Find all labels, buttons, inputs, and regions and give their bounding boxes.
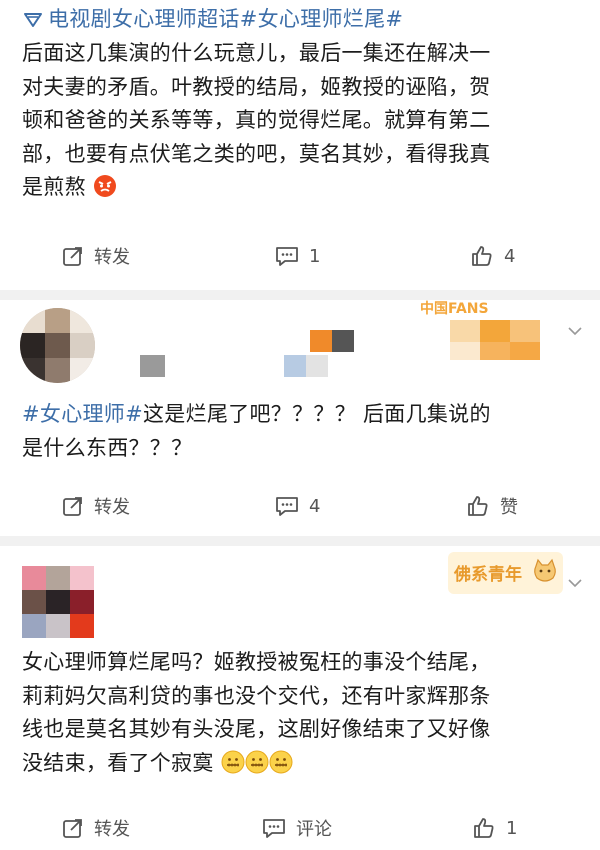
- chevron-down-icon[interactable]: [568, 578, 582, 588]
- fan-badge: 佛系青年: [448, 552, 563, 594]
- post-card-2: 中国FANS #女心理师#这是烂尾了吧？？？？ 后面几集说的 是什么东西？？？ …: [0, 300, 600, 536]
- thumbs-up-icon: [472, 246, 492, 266]
- comment-icon: [263, 819, 285, 838]
- post-1-line: 后面这几集演的什么玩意儿，最后一集还在解决一: [22, 41, 491, 65]
- user-info-blurred: [280, 330, 355, 378]
- post-card-1: 电视剧女心理师超话#女心理师烂尾# 后面这几集演的什么玩意儿，最后一集还在解决一…: [0, 0, 600, 290]
- zipped-mouth-emoji-icon: [245, 750, 269, 785]
- repost-button[interactable]: 转发: [62, 808, 130, 848]
- post-2-line: 是什么东西？？？: [22, 435, 193, 460]
- comment-button[interactable]: 1: [275, 236, 320, 276]
- repost-button[interactable]: 转发: [62, 236, 130, 276]
- post-1-line: 对夫妻的矛盾。叶教授的结局，姬教授的诬陷，贺: [22, 74, 491, 99]
- username-blurred[interactable]: [140, 355, 165, 377]
- supertopic-link[interactable]: 电视剧女心理师超话: [48, 7, 240, 31]
- repost-icon: [63, 247, 82, 266]
- supertopic-icon: [22, 5, 44, 39]
- post-3-body: 女心理师算烂尾吗？姬教授被冤枉的事没个结尾， 莉莉妈欠高利贷的事也没个交代，还有…: [22, 646, 578, 784]
- post-3-line: 莉莉妈欠高利贷的事也没个交代，还有叶家辉那条: [22, 683, 491, 708]
- like-button[interactable]: 1: [472, 808, 517, 848]
- comment-button[interactable]: 评论: [262, 808, 332, 848]
- repost-label: 转发: [94, 497, 130, 518]
- avatar[interactable]: [20, 308, 95, 383]
- thumbs-up-icon: [468, 496, 488, 516]
- post-3-action-bar: 转发 评论 1: [0, 808, 600, 848]
- hashtag-link[interactable]: #女心理师烂尾#: [240, 7, 404, 31]
- angry-emoji-icon: [93, 174, 117, 209]
- repost-button[interactable]: 转发: [62, 486, 130, 526]
- avatar[interactable]: [22, 566, 94, 638]
- thumbs-up-icon: [474, 818, 494, 838]
- post-3-last-line-text: 没结束，看了个寂寞: [22, 750, 214, 775]
- like-button[interactable]: 4: [470, 236, 515, 276]
- post-1-line: 顿和爸爸的关系等等，真的觉得烂尾。就算有第二: [22, 108, 491, 132]
- post-1-line: 部，也要有点伏笔之类的吧，莫名其妙，看得我真: [22, 141, 491, 166]
- post-1-topic-line: 电视剧女心理师超话#女心理师烂尾#: [22, 3, 578, 39]
- repost-icon: [63, 497, 82, 516]
- fan-badge-text: 佛系青年: [454, 565, 522, 585]
- post-2-action-bar: 转发 4 赞: [0, 486, 600, 526]
- post-card-3: 佛系青年 女心理师算烂尾吗？姬教授被冤枉的事没个结尾， 莉莉妈欠高利贷的事也没个…: [0, 546, 600, 850]
- fan-badge: 中国FANS: [420, 300, 560, 360]
- like-count: 4: [504, 245, 516, 267]
- post-2-body: #女心理师#这是烂尾了吧？？？？ 后面几集说的 是什么东西？？？: [22, 398, 578, 465]
- zipped-mouth-emoji-icon: [269, 750, 293, 785]
- post-3-line: 没结束，看了个寂寞: [22, 747, 578, 785]
- hashtag-link[interactable]: #女心理师#: [22, 402, 143, 426]
- zipped-mouth-emoji-icon: [221, 750, 245, 785]
- like-label: 赞: [500, 497, 518, 518]
- post-2-line-text: 这是烂尾了吧？？？？ 后面几集说的: [143, 402, 491, 426]
- comment-label: 评论: [296, 819, 332, 840]
- comment-button[interactable]: 4: [275, 486, 320, 526]
- comment-count: 1: [309, 245, 321, 267]
- chevron-down-icon[interactable]: [568, 326, 582, 336]
- repost-label: 转发: [94, 247, 130, 268]
- repost-label: 转发: [94, 819, 130, 840]
- repost-icon: [63, 819, 82, 838]
- post-2-line: #女心理师#这是烂尾了吧？？？？ 后面几集说的: [22, 398, 578, 432]
- comment-count: 4: [309, 495, 321, 517]
- post-1-last-line-text: 是煎熬: [22, 175, 86, 199]
- comment-icon: [276, 247, 298, 266]
- cat-mascot-icon: [534, 558, 556, 582]
- fan-badge-text: 中国FANS: [420, 301, 489, 317]
- comment-icon: [276, 497, 298, 516]
- post-3-line: 女心理师算烂尾吗？姬教授被冤枉的事没个结尾，: [22, 650, 491, 674]
- like-count: 1: [506, 817, 518, 839]
- post-1-body: 后面这几集演的什么玩意儿，最后一集还在解决一 对夫妻的矛盾。叶教授的结局，姬教授…: [22, 37, 578, 209]
- post-1-action-bar: 转发 1 4: [0, 236, 600, 276]
- like-button[interactable]: 赞: [466, 486, 518, 526]
- post-1-line: 是煎熬: [22, 171, 578, 209]
- post-3-line: 线也是莫名其妙有头没尾，这剧好像结束了又好像: [22, 717, 491, 741]
